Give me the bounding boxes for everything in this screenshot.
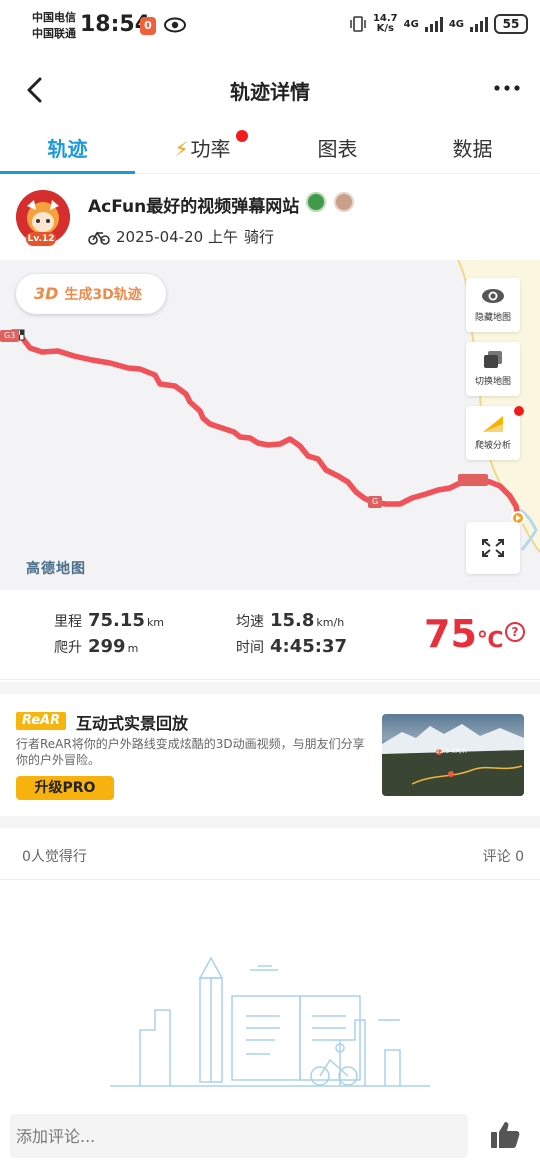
road-label-2: G xyxy=(368,496,383,508)
rear-logo: ReAR xyxy=(16,712,66,730)
comments-count[interactable]: 评论 0 xyxy=(483,846,524,866)
rear-preview-speed: 22.3 KM/H xyxy=(436,748,467,755)
network-type-2: 4G xyxy=(448,18,464,30)
thumbs-up-icon[interactable] xyxy=(488,1118,522,1152)
signal-icon xyxy=(424,16,443,32)
carrier-1: 中国电信 xyxy=(32,11,76,24)
carrier-2: 中国联通 xyxy=(32,27,76,40)
stat-climb: 爬升 299 m xyxy=(54,636,139,657)
slope-icon xyxy=(483,416,503,432)
stat-avg-speed: 均速 15.8 km/h xyxy=(236,610,345,631)
route-line xyxy=(17,332,521,519)
divider xyxy=(0,816,540,828)
generate-3d-track-button[interactable]: 3D 生成3D轨迹 xyxy=(16,274,166,314)
signal-icon-2 xyxy=(470,16,488,32)
battery-icon: 55 xyxy=(494,14,528,34)
activity-meta: 2025-04-20 上午 骑行 xyxy=(88,226,274,247)
map-provider-logo: 高德地图 xyxy=(26,561,86,577)
network-type-1: 4G xyxy=(403,18,419,30)
stats-panel: 里程 75.15 km 爬升 299 m 均速 15.8 km/h 时间 4:45:37 75… xyxy=(0,596,540,680)
net-speed: 14.7 K/s xyxy=(372,13,398,34)
switch-map-button[interactable]: 切换地图 xyxy=(466,342,520,396)
stat-distance: 里程 75.15 km xyxy=(54,610,165,631)
hide-map-button[interactable]: 隐藏地图 xyxy=(466,278,520,332)
tab-data[interactable]: 数据 xyxy=(405,126,540,173)
stat-time: 时间 4:45:37 xyxy=(236,636,348,657)
comment-bar xyxy=(0,1104,540,1170)
eye-icon xyxy=(482,289,504,303)
status-bar: 中国电信 中国联通 18:54 0 14.7 K/s 4G 4G 55 xyxy=(0,0,540,56)
medal-badge-icon-2[interactable] xyxy=(334,192,354,212)
tab-track[interactable]: 轨迹 xyxy=(0,126,135,174)
likes-count[interactable]: 0人觉得行 xyxy=(22,846,87,866)
help-icon[interactable]: ? xyxy=(505,622,525,642)
app-notification-icon: 0 xyxy=(140,17,156,35)
divider xyxy=(0,682,540,694)
expand-icon xyxy=(482,539,504,557)
carrier-names: 中国电信 中国联通 xyxy=(32,10,76,42)
temperature: 75℃ xyxy=(424,612,504,656)
bicycle-icon xyxy=(88,231,110,245)
climb-analysis-button[interactable]: 爬坡分析 xyxy=(466,406,524,460)
empty-comments-illustration xyxy=(110,956,430,1087)
road-label-3 xyxy=(458,474,488,486)
more-options-icon[interactable] xyxy=(492,78,522,98)
rear-title: 互动式实景回放 xyxy=(76,714,189,733)
page-title: 轨迹详情 xyxy=(230,80,310,104)
layers-icon xyxy=(484,351,502,368)
notification-dot xyxy=(236,130,248,142)
fullscreen-button[interactable] xyxy=(466,522,520,574)
rear-description: 行者ReAR将你的户外路线变成炫酷的3D动画视频，与朋友们分享你的户外冒险。 xyxy=(16,737,365,767)
tab-bar: 轨迹 ⚡ 功率 图表 数据 xyxy=(0,126,540,174)
lightning-icon: ⚡ xyxy=(174,137,189,161)
activity-type: 骑行 xyxy=(243,228,274,246)
social-row: 0人觉得行 评论 0 xyxy=(0,828,540,880)
tab-power[interactable]: ⚡ 功率 xyxy=(135,126,270,173)
notification-dot xyxy=(514,406,524,416)
eye-icon xyxy=(164,17,186,33)
user-name[interactable]: AcFun最好的视频弹幕网站 xyxy=(88,192,299,217)
tab-charts[interactable]: 图表 xyxy=(270,126,405,173)
vibrate-icon xyxy=(350,16,366,32)
level-badge: Lv.12 xyxy=(26,232,56,246)
comment-input[interactable] xyxy=(10,1114,468,1158)
track-map[interactable]: G3 G 3D 生成3D轨迹 隐藏地图 切换地图 爬坡分析 高德地图 xyxy=(0,260,540,590)
top-bar: 轨迹详情 xyxy=(0,60,540,120)
road-label: G3 xyxy=(0,330,20,342)
upgrade-pro-button[interactable]: 升级PRO xyxy=(16,776,114,800)
medal-badge-icon[interactable] xyxy=(306,192,326,212)
rear-promo-card[interactable]: ReAR 互动式实景回放 行者ReAR将你的户外路线变成炫酷的3D动画视频，与朋… xyxy=(0,694,540,816)
rear-preview-image[interactable]: 22.3 KM/H xyxy=(382,714,524,796)
user-info: Lv.12 AcFun最好的视频弹幕网站 2025-04-20 上午 骑行 xyxy=(0,180,540,260)
activity-date: 2025-04-20 上午 xyxy=(116,228,238,246)
